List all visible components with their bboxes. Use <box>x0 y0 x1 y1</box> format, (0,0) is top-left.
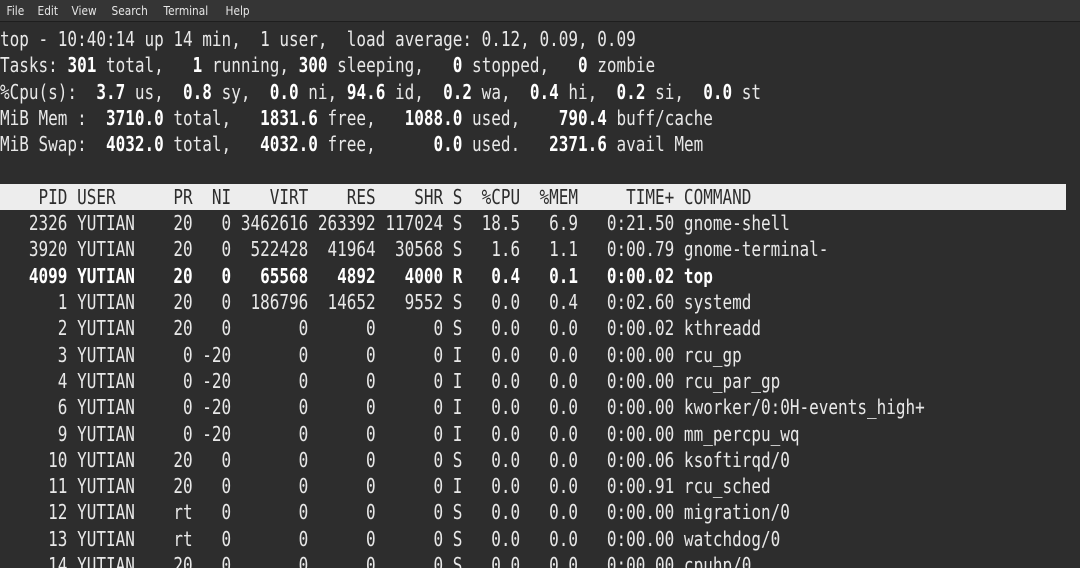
summary-text: MiB Mem : <box>0 105 106 130</box>
summary-value: 300 <box>298 53 328 78</box>
summary-text: hi, <box>558 79 617 104</box>
process-row: 4 YUTIAN 0 -20 0 0 0 I 0.0 0.0 0:00.00 r… <box>0 368 781 393</box>
menu-view[interactable]: View <box>68 0 100 22</box>
summary-text: buff/cache <box>606 105 713 130</box>
summary-text: id, <box>385 79 444 104</box>
process-row: 13 YUTIAN rt 0 0 0 0 S 0.0 0.0 0:00.00 w… <box>0 526 781 551</box>
summary-value: 4032.0 <box>105 132 164 157</box>
summary-text: us, <box>125 79 184 104</box>
cpu-line: %Cpu(s): 3.7 us, 0.8 sy, 0.0 ni, 94.6 id… <box>0 79 761 105</box>
menu-edit[interactable]: Edit <box>34 0 62 22</box>
process-row: 2 YUTIAN 20 0 0 0 0 S 0.0 0.0 0:00.02 kt… <box>0 316 761 341</box>
uptime-line: top - 10:40:14 up 14 min, 1 user, load a… <box>0 26 636 52</box>
mem-line: MiB Mem : 3710.0 total, 1831.6 free, 108… <box>0 105 713 131</box>
summary-text: free, <box>317 132 434 157</box>
summary-value: 3710.0 <box>105 105 164 130</box>
summary-value: 0 <box>578 53 588 78</box>
summary-value: 0.2 <box>616 79 646 104</box>
summary-value: 1088.0 <box>404 105 463 130</box>
summary-value: 1831.6 <box>260 105 318 130</box>
menu-file[interactable]: File <box>3 0 28 22</box>
process-row: 11 YUTIAN 20 0 0 0 0 I 0.0 0.0 0:00.91 r… <box>0 474 771 499</box>
process-table-header: PID USER PR NI VIRT RES SHR S %CPU %MEM … <box>0 183 1066 211</box>
summary-text: total, <box>163 132 261 157</box>
summary-text: free, <box>317 105 405 130</box>
process-row: 1 YUTIAN 20 0 186796 14652 9552 S 0.0 0.… <box>0 290 752 314</box>
process-row: 3920 YUTIAN 20 0 522428 41964 30568 S 1.… <box>0 237 829 262</box>
summary-value: 790.4 <box>558 105 607 130</box>
summary-value: 301 <box>67 53 97 78</box>
process-row: 9 YUTIAN 0 -20 0 0 0 I 0.0 0.0 0:00.00 m… <box>0 421 800 446</box>
summary-value: 0.2 <box>443 79 473 104</box>
menu-help[interactable]: Help <box>222 0 253 22</box>
summary-text: ni, <box>298 79 347 104</box>
process-row: 6 YUTIAN 0 -20 0 0 0 I 0.0 0.0 0:00.00 k… <box>0 395 925 420</box>
summary-text: Tasks: <box>0 53 68 78</box>
summary-text: total, <box>96 53 193 78</box>
process-row: 10 YUTIAN 20 0 0 0 0 S 0.0 0.0 0:00.06 k… <box>0 447 790 472</box>
summary-text: zombie <box>587 53 656 78</box>
summary-value: 0.0 <box>269 79 299 104</box>
tasks-line: Tasks: 301 total, 1 running, 300 sleepin… <box>0 52 655 78</box>
menubar: File Edit View Search Terminal Help <box>0 0 1080 22</box>
summary-text: sy, <box>211 79 270 104</box>
menu-terminal[interactable]: Terminal <box>160 0 212 22</box>
summary-value: 0.8 <box>183 79 212 104</box>
menu-search[interactable]: Search <box>108 0 151 22</box>
swap-line: MiB Swap: 4032.0 total, 4032.0 free, 0.0… <box>0 131 703 157</box>
summary-text: MiB Swap: <box>0 132 106 157</box>
process-row: 3 YUTIAN 0 -20 0 0 0 I 0.0 0.0 0:00.00 r… <box>0 342 742 367</box>
terminal-window: File Edit View Search Terminal Help top … <box>0 0 1080 568</box>
summary-value: 0.4 <box>529 79 559 104</box>
summary-value: 94.6 <box>346 79 386 104</box>
process-row: 2326 YUTIAN 20 0 3462616 263392 117024 S… <box>0 211 790 236</box>
summary-value: 0 <box>452 53 463 78</box>
summary-text: %Cpu(s): <box>0 79 97 104</box>
process-row: 4099 YUTIAN 20 0 65568 4892 4000 R 0.4 0… <box>0 263 713 288</box>
process-table-header-text: PID USER PR NI VIRT RES SHR S %CPU %MEM … <box>0 184 752 209</box>
summary-text: used. <box>462 132 550 157</box>
summary-text: running, <box>202 53 299 78</box>
summary-value: 1 <box>192 53 203 78</box>
summary-text: sleeping, <box>327 53 453 78</box>
summary-text: avail Mem <box>606 132 704 157</box>
summary-value: 3.7 <box>96 79 126 104</box>
summary-value: 0.0 <box>433 132 463 157</box>
summary-text: top - 10:40:14 up 14 min, 1 user, load a… <box>0 27 636 51</box>
summary-value: 4032.0 <box>260 132 318 157</box>
process-row: 12 YUTIAN rt 0 0 0 0 S 0.0 0.0 0:00.00 m… <box>0 500 790 525</box>
summary-value: 2371.6 <box>549 132 607 157</box>
summary-text: used, <box>462 105 559 130</box>
process-row: 14 YUTIAN 20 0 0 0 0 S 0.0 0.0 0:00.00 c… <box>0 553 752 568</box>
summary-text: si, <box>645 79 704 104</box>
summary-value: 0.0 <box>703 79 733 104</box>
summary-text: stopped, <box>462 53 579 78</box>
summary-text: total, <box>163 105 261 130</box>
terminal-content[interactable]: top - 10:40:14 up 14 min, 1 user, load a… <box>0 26 1080 568</box>
summary-text: st <box>732 79 762 104</box>
summary-text: wa, <box>472 79 530 104</box>
